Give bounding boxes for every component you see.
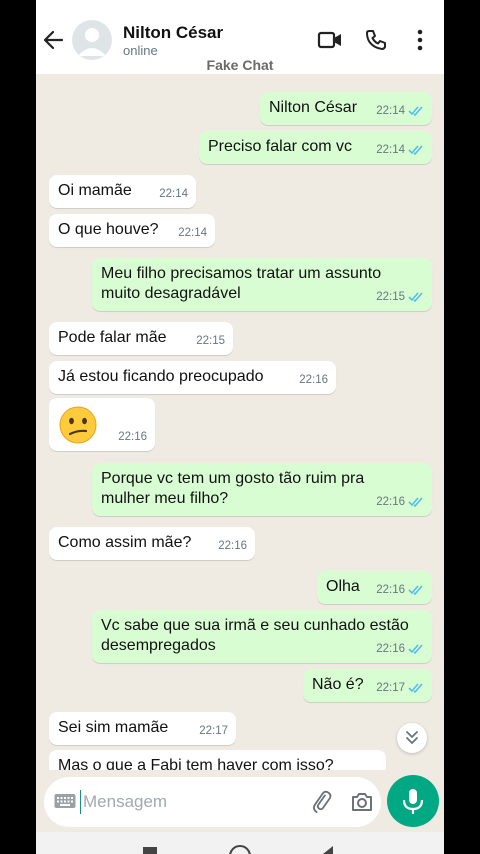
scroll-down-icon[interactable]: [397, 723, 427, 753]
read-ticks-icon: [408, 683, 423, 693]
message-meta: 22:16: [299, 374, 328, 386]
message-input[interactable]: [80, 790, 260, 814]
contact-status: online: [123, 43, 158, 58]
message-meta: 22:14: [376, 140, 424, 160]
phone-icon[interactable]: [364, 28, 390, 52]
message-meta: 22:14: [376, 101, 424, 121]
outgoing-message[interactable]: Vc sabe que sua irmã e seu cunhado estão…: [92, 610, 432, 663]
message-meta: 22:16: [376, 580, 424, 600]
message-list[interactable]: Nilton César 22:14 Preciso falar com vc …: [36, 74, 444, 770]
incoming-message[interactable]: Sei sim mamãe 22:17: [49, 712, 236, 745]
read-ticks-icon: [408, 497, 423, 507]
message-text: mulher meu filho?: [101, 490, 229, 507]
outgoing-message[interactable]: Preciso falar com vc 22:14: [199, 131, 432, 164]
message-meta: 22:16: [218, 540, 247, 552]
mic-icon[interactable]: [387, 775, 439, 827]
outgoing-message[interactable]: Porque vc tem um gosto tão ruim pra mulh…: [92, 463, 432, 516]
read-ticks-icon: [408, 292, 423, 302]
incoming-message[interactable]: Pode falar mãe 22:15: [49, 322, 233, 355]
contact-name[interactable]: Nilton César: [123, 23, 223, 43]
chat-header: Nilton César online Fake Chat: [36, 0, 444, 74]
message-text: muito desagradável: [101, 285, 241, 302]
confused-face-emoji: [59, 406, 97, 444]
outgoing-message[interactable]: Olha 22:16: [317, 571, 432, 604]
incoming-message[interactable]: Como assim mãe? 22:16: [49, 527, 255, 560]
back-nav-button[interactable]: [323, 846, 333, 854]
system-nav-bar: [36, 832, 444, 854]
outgoing-message[interactable]: Não é? 22:17: [303, 669, 432, 702]
message-meta: 22:17: [376, 678, 424, 698]
keyboard-icon[interactable]: [54, 792, 76, 815]
read-ticks-icon: [408, 106, 423, 116]
outgoing-message[interactable]: Nilton César 22:14: [260, 92, 432, 125]
more-options-icon[interactable]: [412, 28, 428, 52]
message-meta: 22:14: [178, 227, 207, 239]
message-meta: 22:14: [159, 188, 188, 200]
attach-icon[interactable]: [310, 790, 334, 819]
back-arrow-icon[interactable]: [42, 26, 64, 54]
read-ticks-icon: [408, 145, 423, 155]
recent-apps-button[interactable]: [143, 847, 157, 854]
outgoing-message[interactable]: Meu filho precisamos tratar um assunto m…: [92, 258, 432, 311]
message-meta: 22:16: [376, 639, 424, 659]
read-ticks-icon: [408, 585, 423, 595]
home-button[interactable]: [229, 845, 251, 854]
avatar[interactable]: [72, 20, 112, 60]
message-text: desempregados: [101, 637, 216, 654]
message-text: Porque vc tem um gosto tão ruim pra: [101, 470, 365, 487]
message-text: Meu filho precisamos tratar um assunto: [101, 265, 382, 282]
video-call-icon[interactable]: [317, 28, 343, 52]
incoming-message[interactable]: 22:16: [49, 398, 155, 451]
message-meta: 22:17: [199, 725, 228, 737]
incoming-message[interactable]: Oi mamãe 22:14: [49, 175, 196, 208]
message-meta: 22:15: [376, 287, 424, 307]
incoming-message[interactable]: Já estou ficando preocupado 22:16: [49, 361, 336, 394]
message-text: Vc sabe que sua irmã e seu cunhado estão: [101, 617, 409, 634]
message-text: Mas o que a Fabi tem haver com isso?: [58, 757, 334, 770]
message-meta: 22:16: [376, 492, 424, 512]
watermark: Fake Chat: [206, 57, 274, 73]
read-ticks-icon: [408, 644, 423, 654]
message-text: Já estou ficando preocupado: [58, 368, 264, 385]
incoming-message[interactable]: O que houve? 22:14: [49, 214, 215, 247]
incoming-message[interactable]: Mas o que a Fabi tem haver com isso?: [49, 750, 386, 770]
phone-screen: Nilton César online Fake Chat Nilton Cés…: [36, 0, 444, 854]
message-meta: 22:16: [118, 431, 147, 443]
message-composer: [44, 777, 381, 827]
camera-icon[interactable]: [350, 791, 374, 818]
message-meta: 22:15: [196, 335, 225, 347]
